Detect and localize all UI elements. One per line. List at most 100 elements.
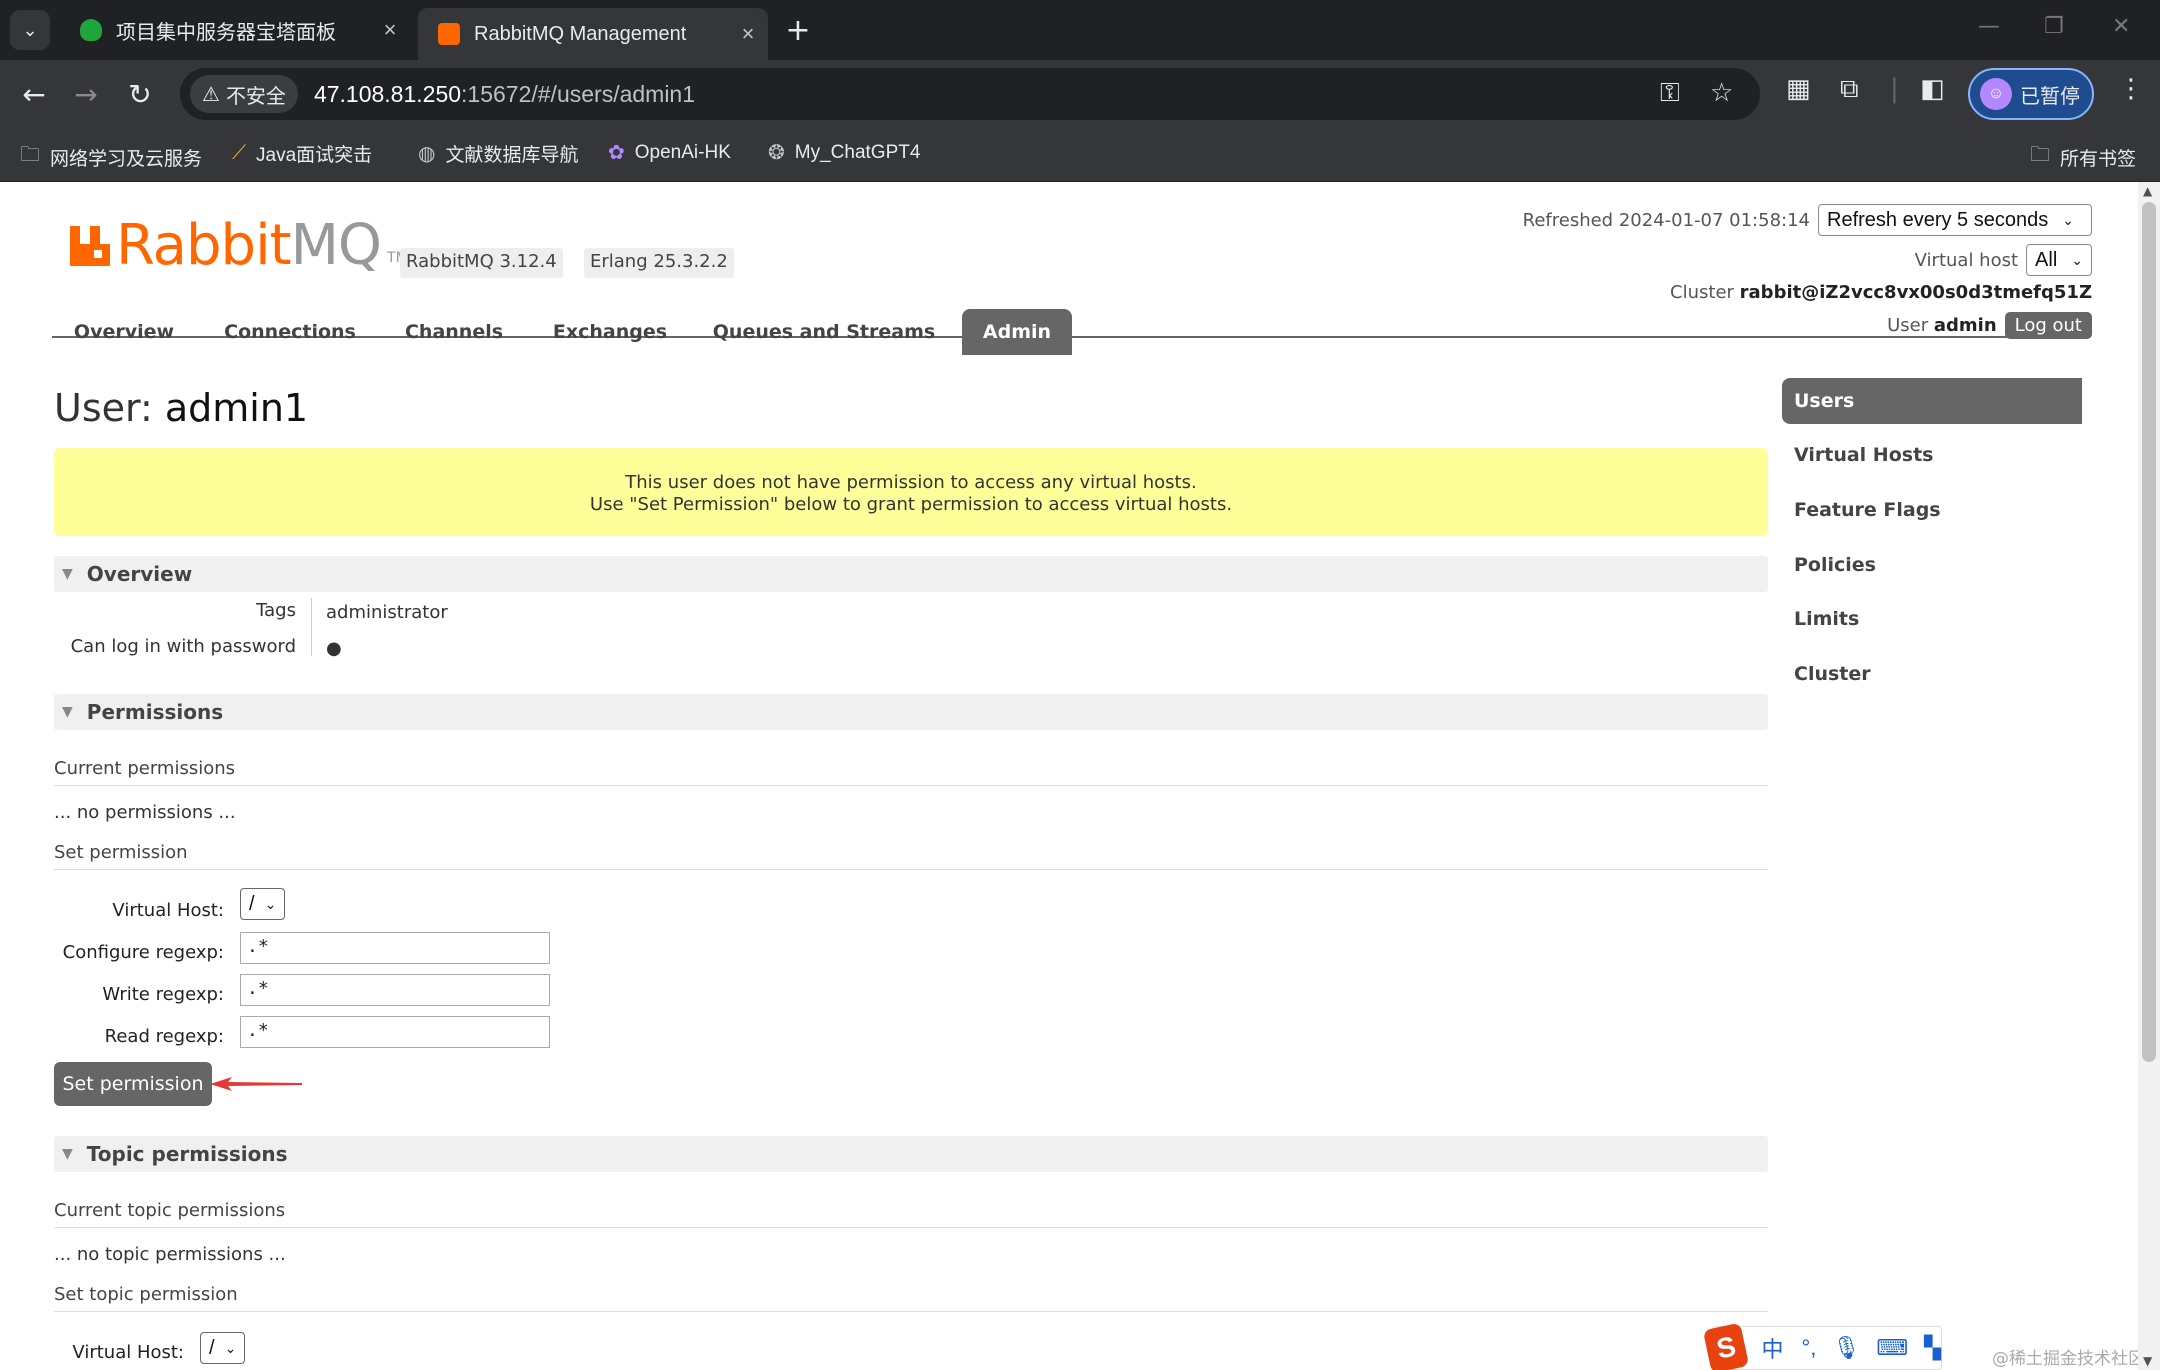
- overview-section-header[interactable]: ▼ Overview: [54, 556, 1768, 592]
- browser-tab-strip: ⌄ 项目集中服务器宝塔面板 × RabbitMQ Management × + …: [0, 0, 2160, 60]
- address-bar[interactable]: ⚠ 不安全 47.108.81.250:15672/#/users/admin1…: [180, 68, 1760, 120]
- refresh-interval-select[interactable]: Refresh every 5 seconds ⌄: [1818, 204, 2092, 236]
- nav-tab-admin[interactable]: Admin: [962, 309, 1072, 355]
- nav-tab-connections[interactable]: Connections: [210, 309, 370, 355]
- collapse-triangle-icon: ▼: [62, 1146, 73, 1162]
- login-with-password-value: ●: [326, 638, 342, 659]
- nav-tab-overview[interactable]: Overview: [60, 309, 188, 355]
- restore-icon[interactable]: ❐: [2044, 14, 2064, 39]
- tab-title: 项目集中服务器宝塔面板: [116, 21, 336, 44]
- write-regexp-input[interactable]: .*: [240, 974, 550, 1006]
- nav-tab-channels[interactable]: Channels: [392, 309, 516, 355]
- virtual-host-select[interactable]: All ⌄: [2026, 244, 2092, 276]
- toolbar-divider: |: [1890, 74, 1899, 104]
- warning-line-1: This user does not have permission to ac…: [625, 472, 1197, 493]
- sidebar-item-limits[interactable]: Limits: [1782, 596, 2082, 642]
- sidebar-item-feature-flags[interactable]: Feature Flags: [1782, 487, 2082, 533]
- toolbox-grid-icon[interactable]: ▚: [1924, 1335, 1941, 1361]
- browser-toolbar: ← → ↻ ⚠ 不安全 47.108.81.250:15672/#/users/…: [0, 60, 2160, 128]
- punctuation-icon[interactable]: °,: [1801, 1335, 1816, 1361]
- configure-regexp-label: Configure regexp:: [62, 942, 224, 963]
- openai-hk-icon: ✿: [608, 142, 625, 164]
- page-scrollbar[interactable]: ▲ ▼: [2138, 182, 2160, 1370]
- browser-tab-baota[interactable]: 项目集中服务器宝塔面板 ×: [60, 8, 410, 52]
- bookmark-label: OpenAi-HK: [634, 141, 731, 163]
- profile-button[interactable]: ☺ 已暂停: [1968, 68, 2094, 120]
- current-topic-permissions-label: Current topic permissions: [54, 1200, 1768, 1228]
- read-regexp-input[interactable]: .*: [240, 1016, 550, 1048]
- sidebar-item-policies[interactable]: Policies: [1782, 542, 2082, 588]
- ime-toolbar[interactable]: S 中 °, 🎙 ⌨ ▚: [1702, 1322, 1942, 1370]
- new-tab-plus-icon[interactable]: +: [780, 12, 816, 48]
- chevron-down-icon: ⌄: [224, 1339, 237, 1356]
- back-arrow-icon[interactable]: ←: [14, 74, 54, 114]
- sidebar-item-cluster[interactable]: Cluster: [1782, 651, 2082, 697]
- bookmark-folder[interactable]: 🗀 网络学习及云服务: [20, 140, 202, 174]
- topic-vhost-select[interactable]: / ⌄: [200, 1332, 246, 1364]
- chevron-down-icon: ⌄: [2071, 251, 2083, 268]
- chatgpt-icon: ❂: [768, 142, 785, 164]
- forward-arrow-icon[interactable]: →: [66, 74, 106, 114]
- set-permission-button[interactable]: Set permission: [54, 1062, 212, 1106]
- sogou-ime-logo-icon: S: [1702, 1322, 1750, 1370]
- bookmark-item[interactable]: ⟋ Java面试突击: [232, 140, 372, 167]
- scroll-up-arrow-icon[interactable]: ▲: [2143, 184, 2152, 198]
- keyboard-icon[interactable]: ⌨: [1876, 1335, 1908, 1361]
- url-text[interactable]: 47.108.81.250:15672/#/users/admin1: [314, 81, 695, 108]
- red-annotation-arrow-icon: [210, 1077, 302, 1091]
- bookmark-star-icon[interactable]: ☆: [1710, 78, 1733, 108]
- pen-icon: ⟋: [232, 142, 246, 164]
- rabbitmq-logo[interactable]: RabbitMQ TM: [70, 218, 408, 274]
- kebab-menu-icon[interactable]: ⋮: [2118, 74, 2144, 104]
- configure-regexp-input[interactable]: .*: [240, 932, 550, 964]
- topic-permissions-section-header[interactable]: ▼ Topic permissions: [54, 1136, 1768, 1172]
- qr-code-icon[interactable]: ▦: [1786, 74, 1811, 104]
- permission-vhost-select[interactable]: / ⌄: [240, 888, 286, 920]
- tab-search-chevron-icon[interactable]: ⌄: [10, 10, 50, 50]
- tab-close-icon[interactable]: ×: [370, 17, 410, 43]
- minimize-icon[interactable]: —: [1978, 14, 2000, 39]
- bookmark-label: 网络学习及云服务: [50, 148, 203, 170]
- folder-icon: 🗀: [2030, 144, 2050, 166]
- rabbitmq-favicon-icon: [438, 23, 460, 45]
- permissions-section-header[interactable]: ▼ Permissions: [54, 694, 1768, 730]
- bookmark-item[interactable]: ◍ 文献数据库导航: [418, 140, 578, 167]
- current-permissions-label: Current permissions: [54, 758, 1768, 786]
- cluster-row: Cluster rabbit@iZ2vcc8vx00s0d3tmefq51Z: [1670, 282, 2092, 303]
- all-bookmarks[interactable]: 🗀 所有书签: [2030, 140, 2136, 174]
- no-topic-permissions-text: ... no topic permissions ...: [54, 1244, 286, 1265]
- page-viewport: RabbitMQ TM RabbitMQ 3.12.4 Erlang 25.3.…: [0, 182, 2160, 1370]
- page-title: User: admin1: [54, 386, 309, 430]
- reload-icon[interactable]: ↻: [120, 74, 160, 114]
- chevron-down-icon: ⌄: [2062, 211, 2074, 228]
- close-window-icon[interactable]: ✕: [2112, 14, 2130, 39]
- topic-virtual-host-label: Virtual Host:: [72, 1342, 184, 1363]
- bookmark-item[interactable]: ✿ OpenAi-HK: [608, 140, 731, 165]
- bookmark-label: Java面试突击: [256, 145, 373, 166]
- extensions-puzzle-icon[interactable]: ⧉: [1840, 74, 1859, 105]
- erlang-version-badge: Erlang 25.3.2.2: [584, 248, 734, 278]
- scroll-down-arrow-icon[interactable]: ▼: [2143, 1354, 2152, 1368]
- virtual-host-label: Virtual host: [1914, 249, 2019, 271]
- refreshed-timestamp: Refreshed 2024-01-07 01:58:14: [1522, 209, 1810, 231]
- ime-mode-indicator[interactable]: 中: [1761, 1332, 1783, 1364]
- browser-tab-rabbitmq[interactable]: RabbitMQ Management ×: [418, 8, 768, 60]
- bookmark-item[interactable]: ❂ My_ChatGPT4: [768, 140, 920, 165]
- nav-tab-queues-and-streams[interactable]: Queues and Streams: [704, 309, 944, 355]
- bookmarks-bar: 🗀 网络学习及云服务 ⟋ Java面试突击 ◍ 文献数据库导航 ✿ OpenAi…: [0, 128, 2160, 182]
- sidebar-item-virtual-hosts[interactable]: Virtual Hosts: [1782, 432, 2082, 478]
- microphone-icon[interactable]: 🎙: [1832, 1335, 1860, 1361]
- tab-close-icon[interactable]: ×: [728, 21, 768, 47]
- side-panel-icon[interactable]: ◧: [1920, 74, 1945, 104]
- rabbitmq-version-badge: RabbitMQ 3.12.4: [400, 248, 563, 278]
- bookmark-label: My_ChatGPT4: [794, 141, 921, 163]
- nav-tab-exchanges[interactable]: Exchanges: [540, 309, 680, 355]
- kv-divider: [311, 598, 312, 656]
- cluster-name: rabbit@iZ2vcc8vx00s0d3tmefq51Z: [1739, 282, 2092, 303]
- folder-icon: 🗀: [20, 144, 40, 166]
- sidebar-item-users[interactable]: Users: [1782, 378, 2082, 424]
- no-vhost-permission-warning: This user does not have permission to ac…: [54, 448, 1768, 536]
- security-chip[interactable]: ⚠ 不安全: [190, 75, 298, 113]
- key-icon[interactable]: ⚿: [1660, 78, 1680, 109]
- scrollbar-thumb[interactable]: [2142, 202, 2156, 1062]
